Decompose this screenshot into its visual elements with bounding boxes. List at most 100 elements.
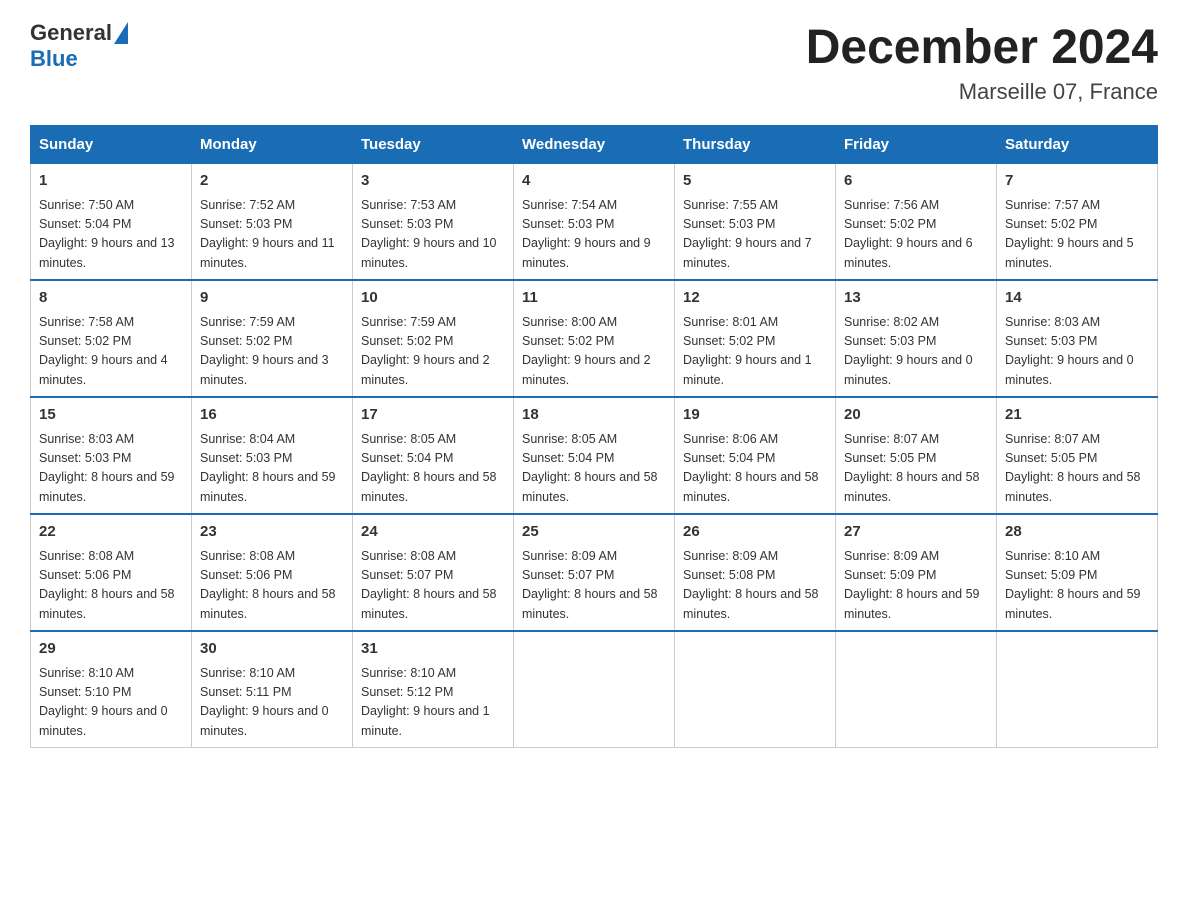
day-number: 4	[522, 170, 666, 193]
day-number: 14	[1005, 287, 1149, 310]
day-info: Sunrise: 8:04 AMSunset: 5:03 PMDaylight:…	[200, 430, 344, 508]
day-number: 16	[200, 404, 344, 427]
logo: General Blue	[30, 20, 130, 72]
header-tuesday: Tuesday	[353, 126, 514, 164]
page-header: General Blue December 2024 Marseille 07,…	[30, 20, 1158, 105]
day-number: 2	[200, 170, 344, 193]
day-number: 23	[200, 521, 344, 544]
day-info: Sunrise: 7:58 AMSunset: 5:02 PMDaylight:…	[39, 313, 183, 391]
header-friday: Friday	[836, 126, 997, 164]
day-number: 13	[844, 287, 988, 310]
day-info: Sunrise: 7:54 AMSunset: 5:03 PMDaylight:…	[522, 196, 666, 274]
day-number: 19	[683, 404, 827, 427]
day-number: 28	[1005, 521, 1149, 544]
day-number: 31	[361, 638, 505, 661]
calendar-cell: 1 Sunrise: 7:50 AMSunset: 5:04 PMDaylight…	[31, 164, 192, 281]
calendar-cell: 6 Sunrise: 7:56 AMSunset: 5:02 PMDaylight…	[836, 164, 997, 281]
day-number: 27	[844, 521, 988, 544]
day-info: Sunrise: 8:09 AMSunset: 5:09 PMDaylight:…	[844, 547, 988, 625]
day-number: 24	[361, 521, 505, 544]
calendar-cell: 20Sunrise: 8:07 AMSunset: 5:05 PMDayligh…	[836, 397, 997, 514]
day-info: Sunrise: 8:09 AMSunset: 5:08 PMDaylight:…	[683, 547, 827, 625]
day-number: 20	[844, 404, 988, 427]
calendar-cell: 24 Sunrise: 8:08 AMSunset: 5:07 PMDayligh…	[353, 514, 514, 631]
day-number: 11	[522, 287, 666, 310]
day-info: Sunrise: 7:52 AMSunset: 5:03 PMDaylight:…	[200, 196, 344, 274]
day-info: Sunrise: 8:06 AMSunset: 5:04 PMDaylight:…	[683, 430, 827, 508]
header-sunday: Sunday	[31, 126, 192, 164]
day-info: Sunrise: 8:01 AMSunset: 5:02 PMDaylight:…	[683, 313, 827, 391]
day-info: Sunrise: 7:53 AMSunset: 5:03 PMDaylight:…	[361, 196, 505, 274]
title-block: December 2024 Marseille 07, France	[806, 20, 1158, 105]
calendar-cell: 11 Sunrise: 8:00 AMSunset: 5:02 PMDayligh…	[514, 280, 675, 397]
day-number: 9	[200, 287, 344, 310]
day-info: Sunrise: 7:57 AMSunset: 5:02 PMDaylight:…	[1005, 196, 1149, 274]
header-saturday: Saturday	[997, 126, 1158, 164]
day-info: Sunrise: 7:59 AMSunset: 5:02 PMDaylight:…	[200, 313, 344, 391]
header-monday: Monday	[192, 126, 353, 164]
calendar-cell: 28Sunrise: 8:10 AMSunset: 5:09 PMDayligh…	[997, 514, 1158, 631]
week-row-3: 15Sunrise: 8:03 AMSunset: 5:03 PMDayligh…	[31, 397, 1158, 514]
calendar-cell: 22 Sunrise: 8:08 AMSunset: 5:06 PMDayligh…	[31, 514, 192, 631]
day-info: Sunrise: 8:03 AMSunset: 5:03 PMDaylight:…	[39, 430, 183, 508]
day-info: Sunrise: 8:00 AMSunset: 5:02 PMDaylight:…	[522, 313, 666, 391]
calendar-cell: 15Sunrise: 8:03 AMSunset: 5:03 PMDayligh…	[31, 397, 192, 514]
day-info: Sunrise: 8:02 AMSunset: 5:03 PMDaylight:…	[844, 313, 988, 391]
day-number: 29	[39, 638, 183, 661]
day-number: 25	[522, 521, 666, 544]
day-number: 7	[1005, 170, 1149, 193]
calendar-cell: 9 Sunrise: 7:59 AMSunset: 5:02 PMDaylight…	[192, 280, 353, 397]
calendar-cell: 2 Sunrise: 7:52 AMSunset: 5:03 PMDaylight…	[192, 164, 353, 281]
logo-general-text: General	[30, 20, 112, 46]
week-row-4: 22 Sunrise: 8:08 AMSunset: 5:06 PMDayligh…	[31, 514, 1158, 631]
day-info: Sunrise: 8:10 AMSunset: 5:10 PMDaylight:…	[39, 664, 183, 742]
calendar-cell: 10Sunrise: 7:59 AMSunset: 5:02 PMDayligh…	[353, 280, 514, 397]
day-info: Sunrise: 8:10 AMSunset: 5:11 PMDaylight:…	[200, 664, 344, 742]
calendar-cell: 21Sunrise: 8:07 AMSunset: 5:05 PMDayligh…	[997, 397, 1158, 514]
day-info: Sunrise: 8:08 AMSunset: 5:07 PMDaylight:…	[361, 547, 505, 625]
calendar-cell	[514, 631, 675, 748]
header-wednesday: Wednesday	[514, 126, 675, 164]
logo-blue-text: Blue	[30, 46, 78, 72]
calendar-cell: 3 Sunrise: 7:53 AMSunset: 5:03 PMDaylight…	[353, 164, 514, 281]
day-info: Sunrise: 8:09 AMSunset: 5:07 PMDaylight:…	[522, 547, 666, 625]
day-info: Sunrise: 7:56 AMSunset: 5:02 PMDaylight:…	[844, 196, 988, 274]
month-title: December 2024	[806, 20, 1158, 75]
calendar-cell	[836, 631, 997, 748]
calendar-cell: 7 Sunrise: 7:57 AMSunset: 5:02 PMDaylight…	[997, 164, 1158, 281]
day-number: 1	[39, 170, 183, 193]
week-row-2: 8 Sunrise: 7:58 AMSunset: 5:02 PMDaylight…	[31, 280, 1158, 397]
day-info: Sunrise: 8:08 AMSunset: 5:06 PMDaylight:…	[200, 547, 344, 625]
week-row-5: 29 Sunrise: 8:10 AMSunset: 5:10 PMDayligh…	[31, 631, 1158, 748]
calendar-cell: 12Sunrise: 8:01 AMSunset: 5:02 PMDayligh…	[675, 280, 836, 397]
day-number: 5	[683, 170, 827, 193]
calendar-cell: 31 Sunrise: 8:10 AMSunset: 5:12 PMDayligh…	[353, 631, 514, 748]
day-number: 3	[361, 170, 505, 193]
header-row: SundayMondayTuesdayWednesdayThursdayFrid…	[31, 126, 1158, 164]
day-info: Sunrise: 7:50 AMSunset: 5:04 PMDaylight:…	[39, 196, 183, 274]
day-info: Sunrise: 8:10 AMSunset: 5:12 PMDaylight:…	[361, 664, 505, 742]
calendar-cell: 26 Sunrise: 8:09 AMSunset: 5:08 PMDayligh…	[675, 514, 836, 631]
calendar-cell: 18Sunrise: 8:05 AMSunset: 5:04 PMDayligh…	[514, 397, 675, 514]
day-number: 17	[361, 404, 505, 427]
calendar-cell: 29 Sunrise: 8:10 AMSunset: 5:10 PMDayligh…	[31, 631, 192, 748]
day-number: 21	[1005, 404, 1149, 427]
day-number: 10	[361, 287, 505, 310]
calendar-cell: 16 Sunrise: 8:04 AMSunset: 5:03 PMDayligh…	[192, 397, 353, 514]
calendar-cell: 27 Sunrise: 8:09 AMSunset: 5:09 PMDayligh…	[836, 514, 997, 631]
calendar-cell: 5Sunrise: 7:55 AMSunset: 5:03 PMDaylight…	[675, 164, 836, 281]
day-number: 8	[39, 287, 183, 310]
day-number: 6	[844, 170, 988, 193]
calendar-cell: 13 Sunrise: 8:02 AMSunset: 5:03 PMDayligh…	[836, 280, 997, 397]
day-info: Sunrise: 8:08 AMSunset: 5:06 PMDaylight:…	[39, 547, 183, 625]
day-number: 30	[200, 638, 344, 661]
calendar-cell: 14Sunrise: 8:03 AMSunset: 5:03 PMDayligh…	[997, 280, 1158, 397]
week-row-1: 1 Sunrise: 7:50 AMSunset: 5:04 PMDaylight…	[31, 164, 1158, 281]
calendar-cell: 4 Sunrise: 7:54 AMSunset: 5:03 PMDaylight…	[514, 164, 675, 281]
calendar-cell: 17Sunrise: 8:05 AMSunset: 5:04 PMDayligh…	[353, 397, 514, 514]
day-info: Sunrise: 8:05 AMSunset: 5:04 PMDaylight:…	[522, 430, 666, 508]
calendar-table: SundayMondayTuesdayWednesdayThursdayFrid…	[30, 125, 1158, 748]
logo-triangle-icon	[114, 22, 128, 44]
day-number: 22	[39, 521, 183, 544]
day-number: 26	[683, 521, 827, 544]
